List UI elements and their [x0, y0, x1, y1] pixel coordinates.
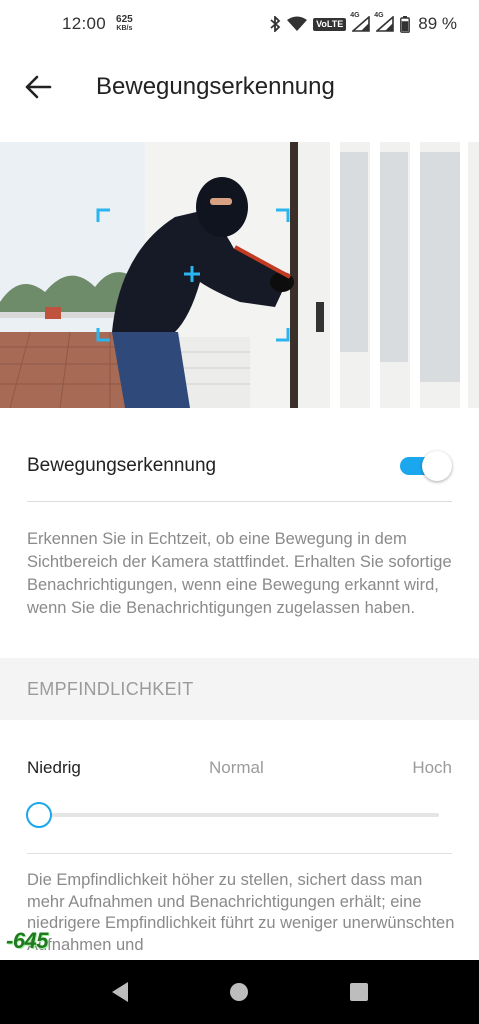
motion-detection-row: Bewegungserkennung — [27, 430, 452, 502]
sim1-network-tag: 4G — [350, 12, 360, 19]
toggle-knob — [422, 450, 452, 481]
circle-home-icon — [230, 983, 249, 1001]
sensitivity-description: Die Empfindlichkeit höher zu stellen, si… — [27, 871, 455, 954]
nav-back-button[interactable] — [98, 970, 142, 1014]
overlay-number: -645 — [6, 928, 49, 953]
network-speed-value: 625 — [116, 14, 133, 25]
page-title: Bewegungserkennung — [96, 73, 335, 100]
sensitivity-level-low[interactable]: Niedrig — [27, 758, 81, 778]
square-recents-icon — [350, 983, 369, 1001]
sim2-network-tag: 4G — [374, 12, 384, 19]
sensitivity-section-header: EMPFINDLICHKEIT — [0, 658, 479, 720]
sensitivity-slider[interactable] — [26, 800, 439, 830]
battery-percent: 89 % — [418, 14, 457, 33]
motion-detection-toggle[interactable] — [398, 450, 452, 481]
slider-thumb[interactable] — [26, 802, 52, 828]
app-header: Bewegungserkennung — [0, 48, 479, 126]
navigation-bar — [0, 960, 479, 1024]
motion-detection-label: Bewegungserkennung — [27, 454, 217, 476]
motion-detection-description: Erkennen Sie in Echtzeit, ob eine Bewegu… — [27, 530, 452, 617]
nav-recents-button[interactable] — [337, 970, 381, 1014]
divider — [27, 853, 452, 854]
bluetooth-icon — [269, 16, 281, 32]
sensitivity-levels: Niedrig Normal Hoch — [27, 758, 452, 782]
sensitivity-level-high[interactable]: Hoch — [412, 758, 452, 778]
status-time: 12:00 — [62, 14, 107, 33]
triangle-back-icon — [111, 982, 128, 1002]
cell-signal-icon: 4G — [374, 12, 395, 32]
network-speed: 625 KB/s — [116, 15, 133, 33]
nav-home-button[interactable] — [217, 970, 261, 1014]
network-speed-unit: KB/s — [116, 25, 133, 32]
status-icons: VoLTE 4G 4G 89 % — [269, 12, 457, 34]
status-bar: 12:00 625 KB/s VoLTE 4G 4G 89 % — [0, 0, 479, 48]
slider-rail — [27, 813, 439, 817]
back-button[interactable] — [0, 48, 76, 126]
arrow-left-icon — [25, 75, 52, 99]
sensitivity-section-title: EMPFINDLICHKEIT — [27, 678, 194, 699]
battery-icon — [400, 15, 411, 33]
camera-preview-image — [0, 142, 479, 408]
sensitivity-level-normal[interactable]: Normal — [209, 758, 264, 778]
volte-badge: VoLTE — [313, 17, 347, 31]
wifi-icon — [287, 16, 308, 32]
cell-signal-icon: 4G — [350, 12, 371, 32]
